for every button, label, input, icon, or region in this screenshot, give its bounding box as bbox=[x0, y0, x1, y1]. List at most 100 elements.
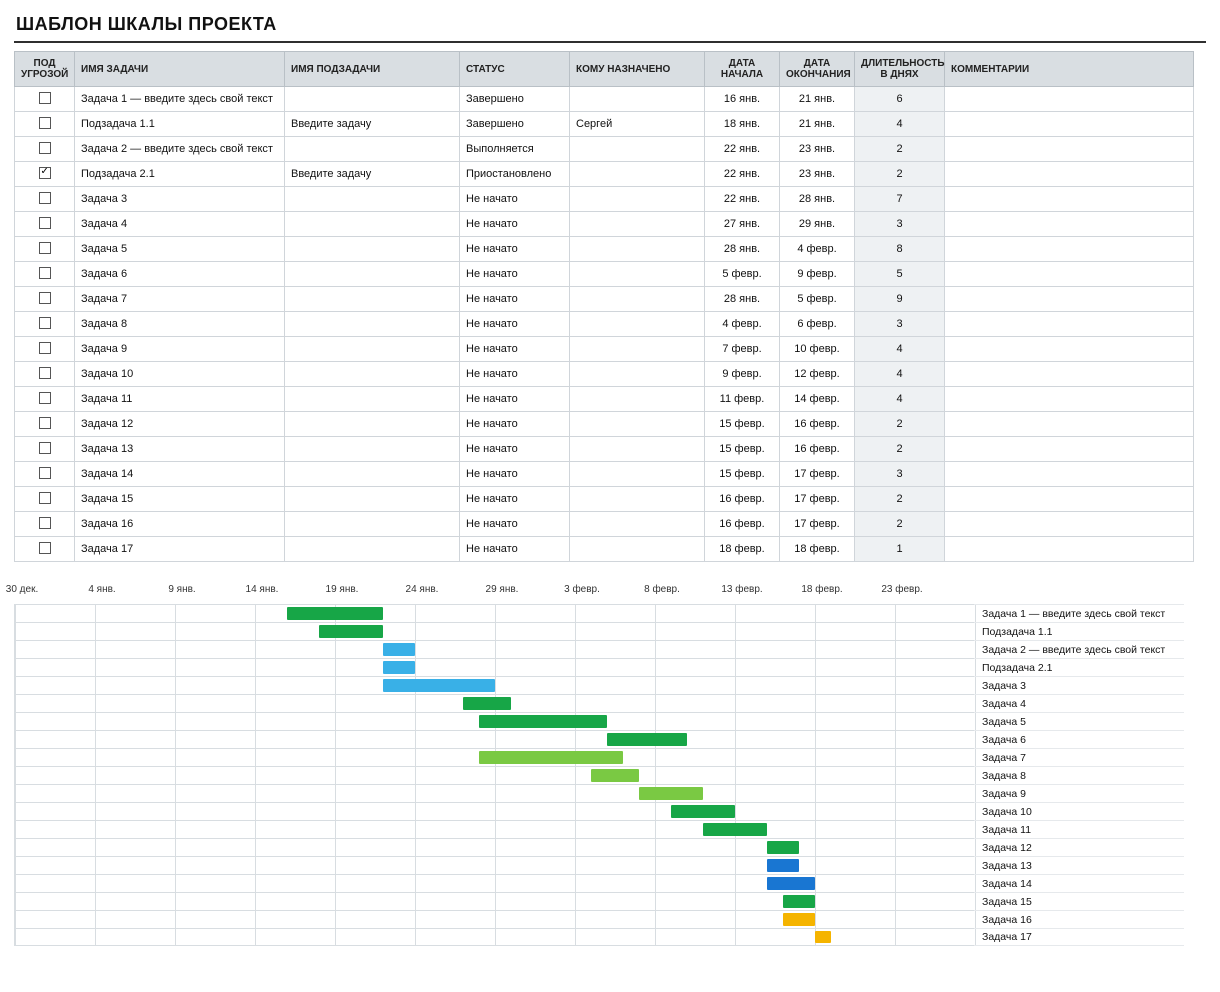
risk-checkbox[interactable] bbox=[39, 417, 51, 429]
risk-checkbox[interactable] bbox=[39, 292, 51, 304]
risk-checkbox[interactable] bbox=[39, 442, 51, 454]
cell-comment[interactable] bbox=[945, 387, 1194, 412]
risk-checkbox[interactable] bbox=[39, 267, 51, 279]
cell-end[interactable]: 9 февр. bbox=[780, 262, 855, 287]
cell-assigned[interactable] bbox=[570, 362, 705, 387]
cell-end[interactable]: 23 янв. bbox=[780, 137, 855, 162]
risk-checkbox[interactable] bbox=[39, 517, 51, 529]
cell-dur[interactable]: 4 bbox=[855, 337, 945, 362]
cell-end[interactable]: 18 февр. bbox=[780, 537, 855, 562]
cell-comment[interactable] bbox=[945, 112, 1194, 137]
cell-status[interactable]: Не начато bbox=[460, 237, 570, 262]
risk-checkbox[interactable] bbox=[39, 392, 51, 404]
cell-assigned[interactable] bbox=[570, 262, 705, 287]
cell-name[interactable]: Задача 9 bbox=[75, 337, 285, 362]
cell-start[interactable]: 16 февр. bbox=[705, 512, 780, 537]
cell-end[interactable]: 17 февр. bbox=[780, 487, 855, 512]
cell-end[interactable]: 16 февр. bbox=[780, 437, 855, 462]
cell-start[interactable]: 22 янв. bbox=[705, 137, 780, 162]
cell-sub[interactable] bbox=[285, 487, 460, 512]
cell-start[interactable]: 27 янв. bbox=[705, 212, 780, 237]
risk-checkbox[interactable] bbox=[39, 242, 51, 254]
cell-end[interactable]: 23 янв. bbox=[780, 162, 855, 187]
cell-name[interactable]: Подзадача 2.1 bbox=[75, 162, 285, 187]
cell-status[interactable]: Не начато bbox=[460, 437, 570, 462]
cell-assigned[interactable] bbox=[570, 437, 705, 462]
cell-sub[interactable] bbox=[285, 412, 460, 437]
cell-dur[interactable]: 4 bbox=[855, 362, 945, 387]
cell-status[interactable]: Не начато bbox=[460, 337, 570, 362]
cell-name[interactable]: Задача 14 bbox=[75, 462, 285, 487]
cell-end[interactable]: 10 февр. bbox=[780, 337, 855, 362]
cell-status[interactable]: Не начато bbox=[460, 287, 570, 312]
cell-sub[interactable] bbox=[285, 337, 460, 362]
cell-sub[interactable] bbox=[285, 137, 460, 162]
cell-comment[interactable] bbox=[945, 87, 1194, 112]
risk-checkbox[interactable] bbox=[39, 92, 51, 104]
cell-name[interactable]: Задача 8 bbox=[75, 312, 285, 337]
cell-end[interactable]: 21 янв. bbox=[780, 112, 855, 137]
risk-checkbox[interactable] bbox=[39, 142, 51, 154]
risk-checkbox[interactable] bbox=[39, 342, 51, 354]
cell-sub[interactable] bbox=[285, 312, 460, 337]
cell-sub[interactable] bbox=[285, 237, 460, 262]
cell-name[interactable]: Задача 3 bbox=[75, 187, 285, 212]
cell-name[interactable]: Задача 15 bbox=[75, 487, 285, 512]
cell-dur[interactable]: 1 bbox=[855, 537, 945, 562]
cell-dur[interactable]: 3 bbox=[855, 312, 945, 337]
cell-comment[interactable] bbox=[945, 312, 1194, 337]
cell-status[interactable]: Не начато bbox=[460, 512, 570, 537]
cell-end[interactable]: 17 февр. bbox=[780, 512, 855, 537]
cell-assigned[interactable] bbox=[570, 287, 705, 312]
cell-comment[interactable] bbox=[945, 287, 1194, 312]
cell-start[interactable]: 5 февр. bbox=[705, 262, 780, 287]
risk-checkbox[interactable] bbox=[39, 117, 51, 129]
cell-assigned[interactable] bbox=[570, 512, 705, 537]
cell-status[interactable]: Не начато bbox=[460, 262, 570, 287]
risk-checkbox[interactable] bbox=[39, 542, 51, 554]
cell-name[interactable]: Задача 6 bbox=[75, 262, 285, 287]
risk-checkbox[interactable] bbox=[39, 467, 51, 479]
cell-sub[interactable]: Введите задачу bbox=[285, 162, 460, 187]
cell-dur[interactable]: 2 bbox=[855, 512, 945, 537]
cell-status[interactable]: Завершено bbox=[460, 87, 570, 112]
cell-name[interactable]: Задача 4 bbox=[75, 212, 285, 237]
risk-checkbox[interactable] bbox=[39, 192, 51, 204]
cell-sub[interactable] bbox=[285, 212, 460, 237]
cell-status[interactable]: Приостановлено bbox=[460, 162, 570, 187]
cell-start[interactable]: 15 февр. bbox=[705, 437, 780, 462]
cell-sub[interactable] bbox=[285, 362, 460, 387]
cell-status[interactable]: Не начато bbox=[460, 487, 570, 512]
cell-start[interactable]: 28 янв. bbox=[705, 237, 780, 262]
cell-sub[interactable] bbox=[285, 537, 460, 562]
cell-start[interactable]: 7 февр. bbox=[705, 337, 780, 362]
cell-name[interactable]: Задача 2 — введите здесь свой текст bbox=[75, 137, 285, 162]
cell-name[interactable]: Задача 1 — введите здесь свой текст bbox=[75, 87, 285, 112]
cell-assigned[interactable] bbox=[570, 212, 705, 237]
cell-dur[interactable]: 7 bbox=[855, 187, 945, 212]
cell-start[interactable]: 16 февр. bbox=[705, 487, 780, 512]
cell-name[interactable]: Задача 12 bbox=[75, 412, 285, 437]
cell-comment[interactable] bbox=[945, 412, 1194, 437]
cell-assigned[interactable] bbox=[570, 187, 705, 212]
cell-status[interactable]: Не начато bbox=[460, 537, 570, 562]
cell-start[interactable]: 9 февр. bbox=[705, 362, 780, 387]
risk-checkbox[interactable] bbox=[39, 217, 51, 229]
cell-assigned[interactable] bbox=[570, 537, 705, 562]
cell-comment[interactable] bbox=[945, 337, 1194, 362]
cell-assigned[interactable] bbox=[570, 137, 705, 162]
cell-comment[interactable] bbox=[945, 212, 1194, 237]
cell-end[interactable]: 12 февр. bbox=[780, 362, 855, 387]
cell-name[interactable]: Задача 10 bbox=[75, 362, 285, 387]
cell-sub[interactable] bbox=[285, 187, 460, 212]
cell-name[interactable]: Задача 16 bbox=[75, 512, 285, 537]
cell-sub[interactable] bbox=[285, 512, 460, 537]
cell-end[interactable]: 14 февр. bbox=[780, 387, 855, 412]
cell-dur[interactable]: 2 bbox=[855, 137, 945, 162]
cell-assigned[interactable] bbox=[570, 487, 705, 512]
cell-start[interactable]: 18 янв. bbox=[705, 112, 780, 137]
cell-dur[interactable]: 5 bbox=[855, 262, 945, 287]
cell-status[interactable]: Не начато bbox=[460, 212, 570, 237]
cell-sub[interactable]: Введите задачу bbox=[285, 112, 460, 137]
cell-sub[interactable] bbox=[285, 437, 460, 462]
